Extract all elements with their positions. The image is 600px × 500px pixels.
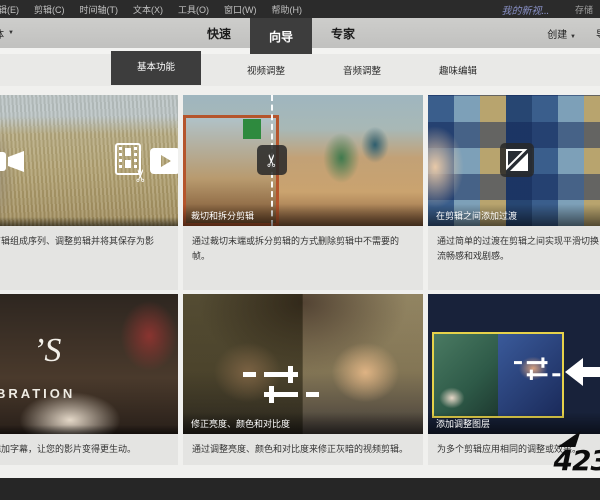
scissors-icon: ✂ (133, 168, 150, 182)
card-thumbnail: ✂ (0, 95, 178, 226)
scissors-icon: ✂ (264, 153, 281, 167)
add-media-dropdown[interactable]: 添加媒体 ▼ (0, 18, 14, 48)
watermark-number: 423 (554, 444, 600, 477)
mode-bar-right: 创建 ▼ 导出 (547, 18, 600, 48)
card-description: 通过调整亮度、颜色和对比度来修正灰暗的视频剪辑。 (183, 434, 423, 465)
scissors-chip: ✂ (257, 145, 287, 175)
card-thumbnail: ’S BRATION (0, 294, 178, 434)
menubar: 编辑(E) 剪辑(C) 时间轴(T) 文本(X) 工具(O) 窗口(W) 帮助(… (0, 0, 600, 18)
tab-guided[interactable]: 向导 (250, 18, 312, 54)
card-brightness-color-contrast[interactable]: 修正亮度、颜色和对比度 通过调整亮度、颜色和对比度来修正灰暗的视频剪辑。 (183, 294, 423, 465)
card-title: 在剪辑之间添加过渡 (428, 204, 600, 226)
arrow-left-icon (565, 358, 600, 386)
card-thumbnail: ✂ 裁切和拆分剪辑 (183, 95, 423, 226)
tab-basics[interactable]: 基本功能 (111, 51, 201, 85)
menu-text[interactable]: 文本(X) (133, 3, 163, 16)
save-button[interactable]: 存储 (575, 3, 593, 16)
create-label: 创建 (547, 30, 567, 41)
card-title: 修正亮度、颜色和对比度 (183, 412, 423, 434)
tab-quick[interactable]: 快速 (188, 18, 250, 48)
menu-timeline[interactable]: 时间轴(T) (80, 3, 119, 16)
menu-list: 编辑(E) 剪辑(C) 时间轴(T) 文本(X) 工具(O) 窗口(W) 帮助(… (0, 3, 302, 16)
card-grid: ✂ 了解如何将剪辑组成序列、调整剪辑并将其保存为影片。 ✂ (0, 95, 600, 465)
card-thumbnail: 修正亮度、颜色和对比度 (183, 294, 423, 434)
menubar-right: 我的新视... 存储 (501, 2, 600, 17)
export-button[interactable]: 导出 (596, 26, 600, 41)
title-overlay-script-text: ’S (33, 332, 61, 370)
tab-video-adjustments[interactable]: 视频调整 (235, 63, 297, 77)
menu-tools[interactable]: 工具(O) (178, 3, 209, 16)
card-add-transitions[interactable]: 在剪辑之间添加过渡 通过简单的过渡在剪辑之间实现平滑切换，为影片增添流畅感和戏剧… (428, 95, 600, 290)
menu-help[interactable]: 帮助(H) (272, 3, 303, 16)
tab-expert[interactable]: 专家 (312, 18, 374, 48)
card-description: 为您的视频添加字幕，让您的影片变得更生动。 (0, 434, 178, 465)
card-thumbnail: 在剪辑之间添加过渡 (428, 95, 600, 226)
timeline-bar[interactable] (0, 478, 600, 500)
menu-window[interactable]: 窗口(W) (224, 3, 257, 16)
tab-audio-adjustments[interactable]: 音频调整 (331, 63, 393, 77)
title-overlay-caps-text: BRATION (0, 386, 75, 401)
card-add-titles[interactable]: ’S BRATION 为您的视频添加字幕，让您的影片变得更生动。 (0, 294, 178, 465)
transition-icon (505, 148, 529, 172)
clip-patch-graphic (243, 119, 261, 139)
mode-tabs: 快速 向导 专家 (188, 18, 374, 48)
adjust-sliders-icon (243, 366, 335, 404)
project-title: 我的新视... (501, 2, 549, 17)
adjust-sliders-icon (514, 356, 570, 382)
card-description: 通过裁切末端或拆分剪辑的方式删除剪辑中不需要的帧。 (183, 226, 423, 290)
card-description: 通过简单的过渡在剪辑之间实现平滑切换，为影片增添流畅感和戏剧感。 (428, 226, 600, 290)
add-media-label: 添加媒体 (0, 26, 4, 41)
card-thumbnail: 添加调整图层 (428, 294, 600, 434)
mode-bar: 添加媒体 ▼ 快速 向导 专家 创建 ▼ 导出 (0, 18, 600, 49)
card-trim-split[interactable]: ✂ 裁切和拆分剪辑 通过裁切末端或拆分剪辑的方式删除剪辑中不需要的帧。 (183, 95, 423, 290)
card-description: 了解如何将剪辑组成序列、调整剪辑并将其保存为影片。 (0, 226, 178, 290)
play-icon (150, 148, 178, 174)
card-getting-started[interactable]: ✂ 了解如何将剪辑组成序列、调整剪辑并将其保存为影片。 (0, 95, 178, 290)
video-camera-icon (0, 147, 26, 175)
menu-clip[interactable]: 剪辑(C) (34, 3, 65, 16)
guided-category-tabs: 基本功能 视频调整 音频调整 趣味编辑 (0, 54, 600, 86)
create-dropdown[interactable]: 创建 ▼ (547, 26, 576, 41)
card-title: 裁切和拆分剪辑 (183, 204, 423, 226)
card-title (0, 425, 178, 434)
app-window: 编辑(E) 剪辑(C) 时间轴(T) 文本(X) 工具(O) 窗口(W) 帮助(… (0, 0, 600, 500)
frame-photo-left (434, 334, 498, 416)
transition-chip (500, 143, 534, 177)
card-title (0, 217, 178, 226)
guided-edits-panel: ✂ 了解如何将剪辑组成序列、调整剪辑并将其保存为影片。 ✂ (0, 86, 600, 478)
tab-fun-edits[interactable]: 趣味编辑 (427, 63, 489, 77)
menu-edit[interactable]: 编辑(E) (0, 3, 19, 16)
chevron-down-icon: ▼ (570, 34, 576, 40)
chevron-down-icon: ▼ (8, 30, 14, 36)
